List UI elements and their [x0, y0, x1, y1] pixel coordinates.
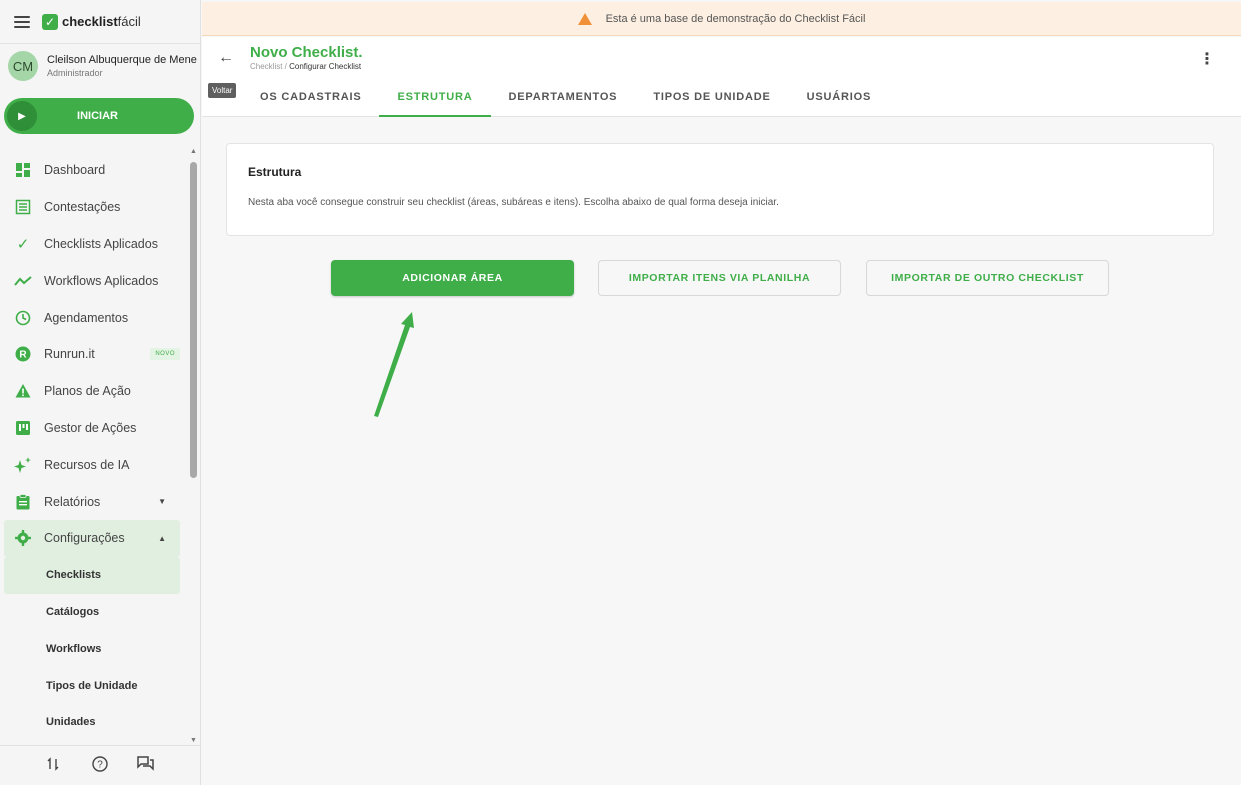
sidebar-item-workflows-aplicados[interactable]: Workflows Aplicados [4, 262, 180, 299]
sidebar-item-checklists-aplicados[interactable]: ✓ Checklists Aplicados [4, 226, 180, 263]
user-profile[interactable]: CM Cleilson Albuquerque de Mene Administ… [0, 44, 200, 88]
card-description: Nesta aba você consegue construir seu ch… [248, 197, 779, 208]
sidebar-item-label: Runrun.it [44, 347, 95, 362]
import-spreadsheet-button[interactable]: IMPORTAR ITENS VIA PLANILHA [598, 260, 841, 296]
more-options-icon[interactable]: ⋮ [1199, 49, 1215, 69]
sidebar-item-label: Configurações [44, 531, 125, 546]
tab-dados-cadastrais[interactable]: OS CADASTRAIS [242, 84, 379, 117]
logo-check-icon: ✓ [42, 13, 58, 30]
breadcrumb-parent[interactable]: Checklist [250, 62, 282, 71]
back-tooltip: Voltar [208, 83, 237, 98]
sidebar: ✓ checklist fácil CM Cleilson Albuquerque… [0, 0, 201, 785]
logo-text-bold: checklist [62, 14, 118, 29]
demo-banner: Esta é uma base de demonstração do Check… [202, 2, 1241, 36]
sidebar-item-planos-de-acao[interactable]: Planos de Ação [4, 373, 180, 410]
tab-departamentos[interactable]: DEPARTAMENTOS [491, 84, 636, 117]
help-icon[interactable]: ? [90, 756, 110, 775]
import-from-checklist-button[interactable]: IMPORTAR DE OUTRO CHECKLIST [866, 260, 1109, 296]
back-arrow-icon[interactable]: ← [218, 49, 234, 67]
trend-icon [14, 272, 32, 290]
list-icon [14, 198, 32, 216]
svg-text:R: R [19, 350, 27, 361]
sidebar-item-label: Contestações [44, 200, 121, 215]
new-badge: NOVO [150, 348, 180, 361]
add-area-button[interactable]: ADICIONAR ÁREA [331, 260, 574, 296]
structure-card: Estrutura Nesta aba você consegue constr… [226, 143, 1214, 236]
scroll-thumb[interactable] [190, 162, 197, 478]
start-button-label: INICIAR [77, 110, 118, 122]
submenu-item-catalogos[interactable]: Catálogos [4, 594, 180, 631]
sort-icon[interactable] [44, 757, 64, 774]
svg-text:?: ? [97, 760, 103, 771]
user-name: Cleilson Albuquerque de Mene [47, 54, 197, 66]
warning-icon [577, 12, 592, 25]
card-title: Estrutura [248, 165, 302, 179]
sidebar-item-label: Planos de Ação [44, 384, 131, 399]
breadcrumb-current: Configurar Checklist [289, 62, 362, 71]
clock-icon [14, 309, 32, 327]
sidebar-header: ✓ checklist fácil [0, 0, 200, 44]
tab-usuarios[interactable]: USUÁRIOS [789, 84, 889, 117]
scroll-down-icon[interactable]: ▼ [190, 737, 197, 744]
chevron-up-icon: ▲ [158, 533, 166, 543]
sidebar-item-label: Agendamentos [44, 310, 129, 325]
sidebar-item-agendamentos[interactable]: Agendamentos [4, 299, 180, 336]
user-role: Administrador [47, 68, 103, 78]
page-title: Novo Checklist. [250, 44, 363, 61]
sidebar-item-gestor-de-acoes[interactable]: Gestor de Ações [4, 410, 180, 447]
sidebar-scrollbar[interactable]: ▲ ▼ [189, 148, 199, 744]
kanban-icon [14, 419, 32, 437]
gear-icon [14, 529, 32, 547]
dashboard-icon [14, 161, 32, 179]
check-icon: ✓ [16, 235, 30, 253]
submenu-item-checklists[interactable]: Checklists [4, 556, 180, 594]
tab-estrutura[interactable]: ESTRUTURA [379, 84, 491, 117]
logo-text-regular: fácil [117, 14, 141, 29]
sidebar-item-runrunit[interactable]: R Runrun.it NOVO [4, 336, 180, 373]
submenu-item-workflows[interactable]: Workflows [4, 630, 180, 667]
avatar: CM [8, 51, 38, 81]
sidebar-item-label: Relatórios [44, 494, 101, 509]
banner-text: Esta é uma base de demonstração do Check… [605, 12, 866, 25]
sidebar-item-configuracoes[interactable]: Configurações ▲ [4, 519, 180, 557]
page-header: ← Novo Checklist. Checklist / Configurar… [202, 37, 1241, 117]
sparkle-icon [14, 456, 32, 474]
chevron-down-icon: ▼ [158, 497, 166, 507]
scroll-up-icon[interactable]: ▲ [190, 148, 197, 155]
warning-icon [14, 382, 32, 400]
sidebar-item-recursos-de-ia[interactable]: Recursos de IA [4, 446, 180, 483]
sidebar-item-label: Checklists Aplicados [44, 236, 158, 251]
sidebar-footer: ? [0, 745, 200, 785]
sidebar-item-dashboard[interactable]: Dashboard [4, 152, 180, 189]
start-button[interactable]: ▶ INICIAR [4, 98, 194, 134]
tab-bar: OS CADASTRAIS ESTRUTURA DEPARTAMENTOS TI… [242, 84, 889, 117]
sidebar-item-label: Dashboard [44, 163, 106, 178]
sidebar-item-contestacoes[interactable]: Contestações [4, 189, 180, 226]
sidebar-item-label: Workflows Aplicados [44, 273, 159, 288]
chat-icon[interactable] [136, 756, 156, 775]
pointer-arrow-icon [374, 312, 414, 417]
breadcrumb: Checklist / Configurar Checklist [250, 62, 361, 71]
sidebar-item-label: Gestor de Ações [44, 420, 137, 435]
submenu-item-unidades[interactable]: Unidades [4, 704, 180, 741]
runrunit-icon: R [14, 345, 32, 363]
app-logo[interactable]: ✓ checklist fácil [42, 13, 141, 30]
sidebar-menu: Dashboard Contestações ✓ Checklists Apli… [0, 152, 188, 741]
hamburger-menu-icon[interactable] [14, 15, 30, 28]
report-icon [14, 493, 32, 511]
sidebar-item-label: Recursos de IA [44, 457, 130, 472]
sidebar-item-relatorios[interactable]: Relatórios ▼ [4, 483, 180, 520]
submenu-item-tipos-de-unidade[interactable]: Tipos de Unidade [4, 667, 180, 704]
tab-tipos-de-unidade[interactable]: TIPOS DE UNIDADE [635, 84, 788, 117]
play-icon: ▶ [7, 101, 37, 131]
